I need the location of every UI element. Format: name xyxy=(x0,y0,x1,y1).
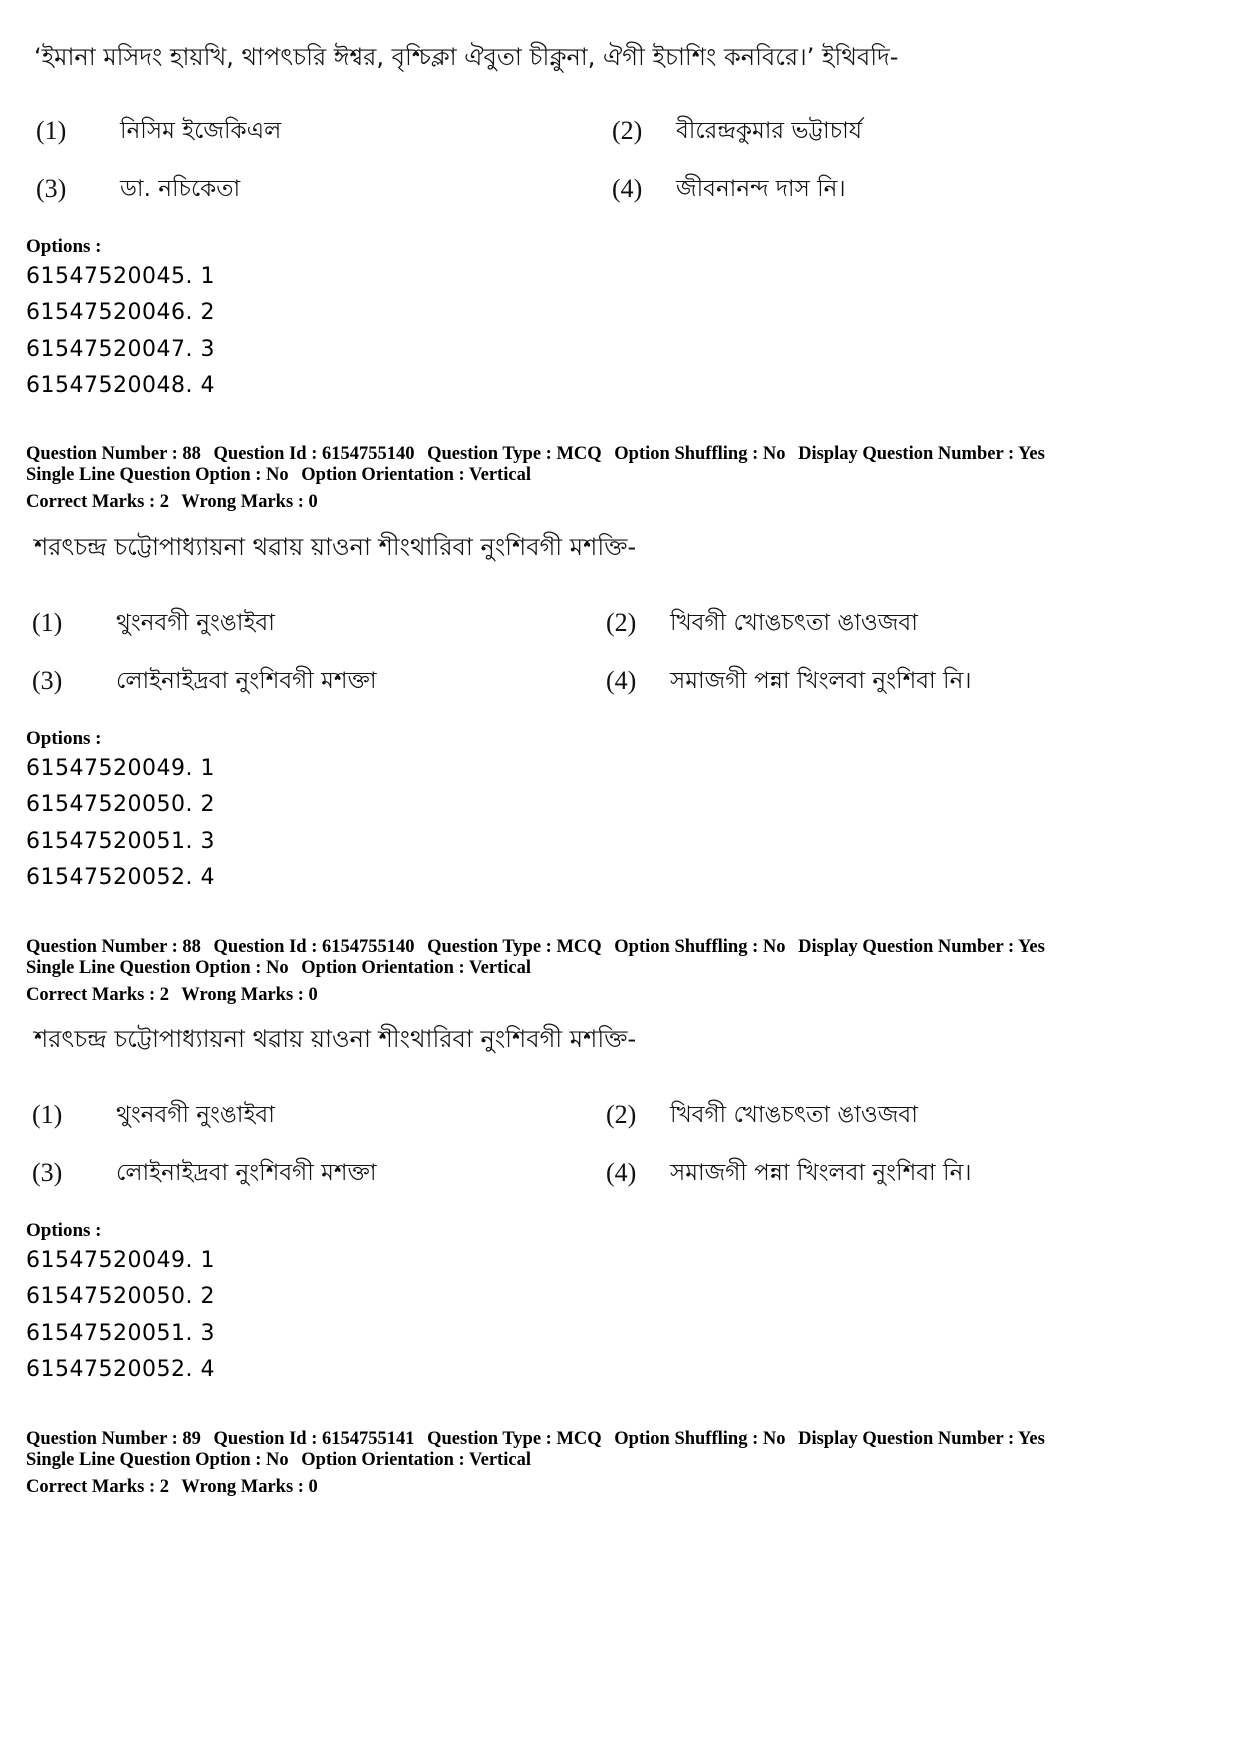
wrong-marks: Wrong Marks : 0 xyxy=(181,492,318,512)
choice-number: (2) xyxy=(606,1100,637,1129)
question-text: শরৎচন্দ্র চট্টোপাধ্যায়না থৱায় য়াওনা শ… xyxy=(34,1025,637,1053)
single-line-option: Single Line Question Option : No xyxy=(26,958,289,978)
choice-text: নিসিম ইজেকিএল xyxy=(120,118,282,144)
question-id: Question Id : 6154755140 xyxy=(213,937,415,957)
correct-marks: Correct Marks : 2 xyxy=(26,492,169,512)
question-number: Question Number : 89 xyxy=(26,1429,201,1449)
option-orientation: Option Orientation : Vertical xyxy=(301,465,531,485)
question-type: Question Type : MCQ xyxy=(427,1429,602,1449)
question-marks: Correct Marks : 2 Wrong Marks : 0 xyxy=(26,985,326,1006)
single-line-option: Single Line Question Option : No xyxy=(26,465,289,485)
question-meta-line-1: Question Number : 88 Question Id : 61547… xyxy=(26,444,1053,465)
option-shuffling: Option Shuffling : No xyxy=(614,1429,786,1449)
options-label: Options : xyxy=(26,1220,102,1241)
question-meta-line-2: Single Line Question Option : No Option … xyxy=(26,1450,539,1471)
choice-number: (3) xyxy=(36,174,67,203)
choice-text: লোইনাইদ্রবা নুংশিবগী মশক্তা xyxy=(116,1160,377,1186)
option-id: 61547520047. 3 xyxy=(26,337,215,362)
question-id: Question Id : 6154755140 xyxy=(213,444,415,464)
question-meta-line-1: Question Number : 88 Question Id : 61547… xyxy=(26,937,1053,958)
choice-text: ডা. নচিকেতা xyxy=(120,176,241,202)
option-shuffling: Option Shuffling : No xyxy=(614,937,786,957)
option-shuffling: Option Shuffling : No xyxy=(614,444,786,464)
choice-text: থুংনবগী নুংঙাইবা xyxy=(116,610,275,636)
option-id: 61547520049. 1 xyxy=(26,1248,215,1273)
option-id: 61547520046. 2 xyxy=(26,300,215,325)
option-id: 61547520050. 2 xyxy=(26,792,215,817)
choice-text: বীরেন্দ্রকুমার ভট্টাচার্য xyxy=(676,118,863,144)
question-id: Question Id : 6154755141 xyxy=(213,1429,415,1449)
choice-number: (3) xyxy=(32,1158,63,1187)
question-marks: Correct Marks : 2 Wrong Marks : 0 xyxy=(26,1477,326,1498)
option-orientation: Option Orientation : Vertical xyxy=(301,958,531,978)
wrong-marks: Wrong Marks : 0 xyxy=(181,985,318,1005)
option-id: 61547520052. 4 xyxy=(26,865,215,890)
choice-number: (2) xyxy=(606,608,637,637)
option-id: 61547520051. 3 xyxy=(26,1321,215,1346)
wrong-marks: Wrong Marks : 0 xyxy=(181,1477,318,1497)
question-type: Question Type : MCQ xyxy=(427,444,602,464)
display-question-number: Display Question Number : Yes xyxy=(798,937,1045,957)
option-id: 61547520050. 2 xyxy=(26,1284,215,1309)
choice-text: জীবনানন্দ দাস নি। xyxy=(676,176,846,202)
question-type: Question Type : MCQ xyxy=(427,937,602,957)
option-id: 61547520051. 3 xyxy=(26,829,215,854)
option-id: 61547520052. 4 xyxy=(26,1357,215,1382)
question-marks: Correct Marks : 2 Wrong Marks : 0 xyxy=(26,492,326,513)
choice-text: লোইনাইদ্রবা নুংশিবগী মশক্তা xyxy=(116,668,377,694)
option-id: 61547520045. 1 xyxy=(26,264,215,289)
choice-text: খিবগী খোঙচৎতা ঙাওজবা xyxy=(670,1102,918,1128)
choice-text: সমাজগী পন্না খিংলবা নুংশিবা নি। xyxy=(670,1160,972,1186)
choice-number: (3) xyxy=(32,666,63,695)
choice-number: (4) xyxy=(606,1158,637,1187)
question-text: শরৎচন্দ্র চট্টোপাধ্যায়না থৱায় য়াওনা শ… xyxy=(34,533,637,561)
choice-number: (1) xyxy=(32,608,63,637)
question-meta-line-2: Single Line Question Option : No Option … xyxy=(26,958,539,979)
choice-number: (1) xyxy=(36,116,67,145)
option-orientation: Option Orientation : Vertical xyxy=(301,1450,531,1470)
option-id: 61547520048. 4 xyxy=(26,373,215,398)
question-meta-line-1: Question Number : 89 Question Id : 61547… xyxy=(26,1429,1053,1450)
display-question-number: Display Question Number : Yes xyxy=(798,1429,1045,1449)
choice-text: থুংনবগী নুংঙাইবা xyxy=(116,1102,275,1128)
question-text: ‘ইমানা মসিদং হায়খি, থাপৎচরি ঈশ্বর, বৃশ্… xyxy=(34,43,899,71)
choice-number: (4) xyxy=(612,174,643,203)
choice-number: (4) xyxy=(606,666,637,695)
choice-text: সমাজগী পন্না খিংলবা নুংশিবা নি। xyxy=(670,668,972,694)
single-line-option: Single Line Question Option : No xyxy=(26,1450,289,1470)
options-label: Options : xyxy=(26,728,102,749)
question-number: Question Number : 88 xyxy=(26,444,201,464)
options-label: Options : xyxy=(26,236,102,257)
correct-marks: Correct Marks : 2 xyxy=(26,985,169,1005)
option-id: 61547520049. 1 xyxy=(26,756,215,781)
question-number: Question Number : 88 xyxy=(26,937,201,957)
exam-page: ‘ইমানা মসিদং হায়খি, থাপৎচরি ঈশ্বর, বৃশ্… xyxy=(0,0,1240,1754)
correct-marks: Correct Marks : 2 xyxy=(26,1477,169,1497)
display-question-number: Display Question Number : Yes xyxy=(798,444,1045,464)
question-meta-line-2: Single Line Question Option : No Option … xyxy=(26,465,539,486)
choice-text: খিবগী খোঙচৎতা ঙাওজবা xyxy=(670,610,918,636)
choice-number: (2) xyxy=(612,116,643,145)
choice-number: (1) xyxy=(32,1100,63,1129)
